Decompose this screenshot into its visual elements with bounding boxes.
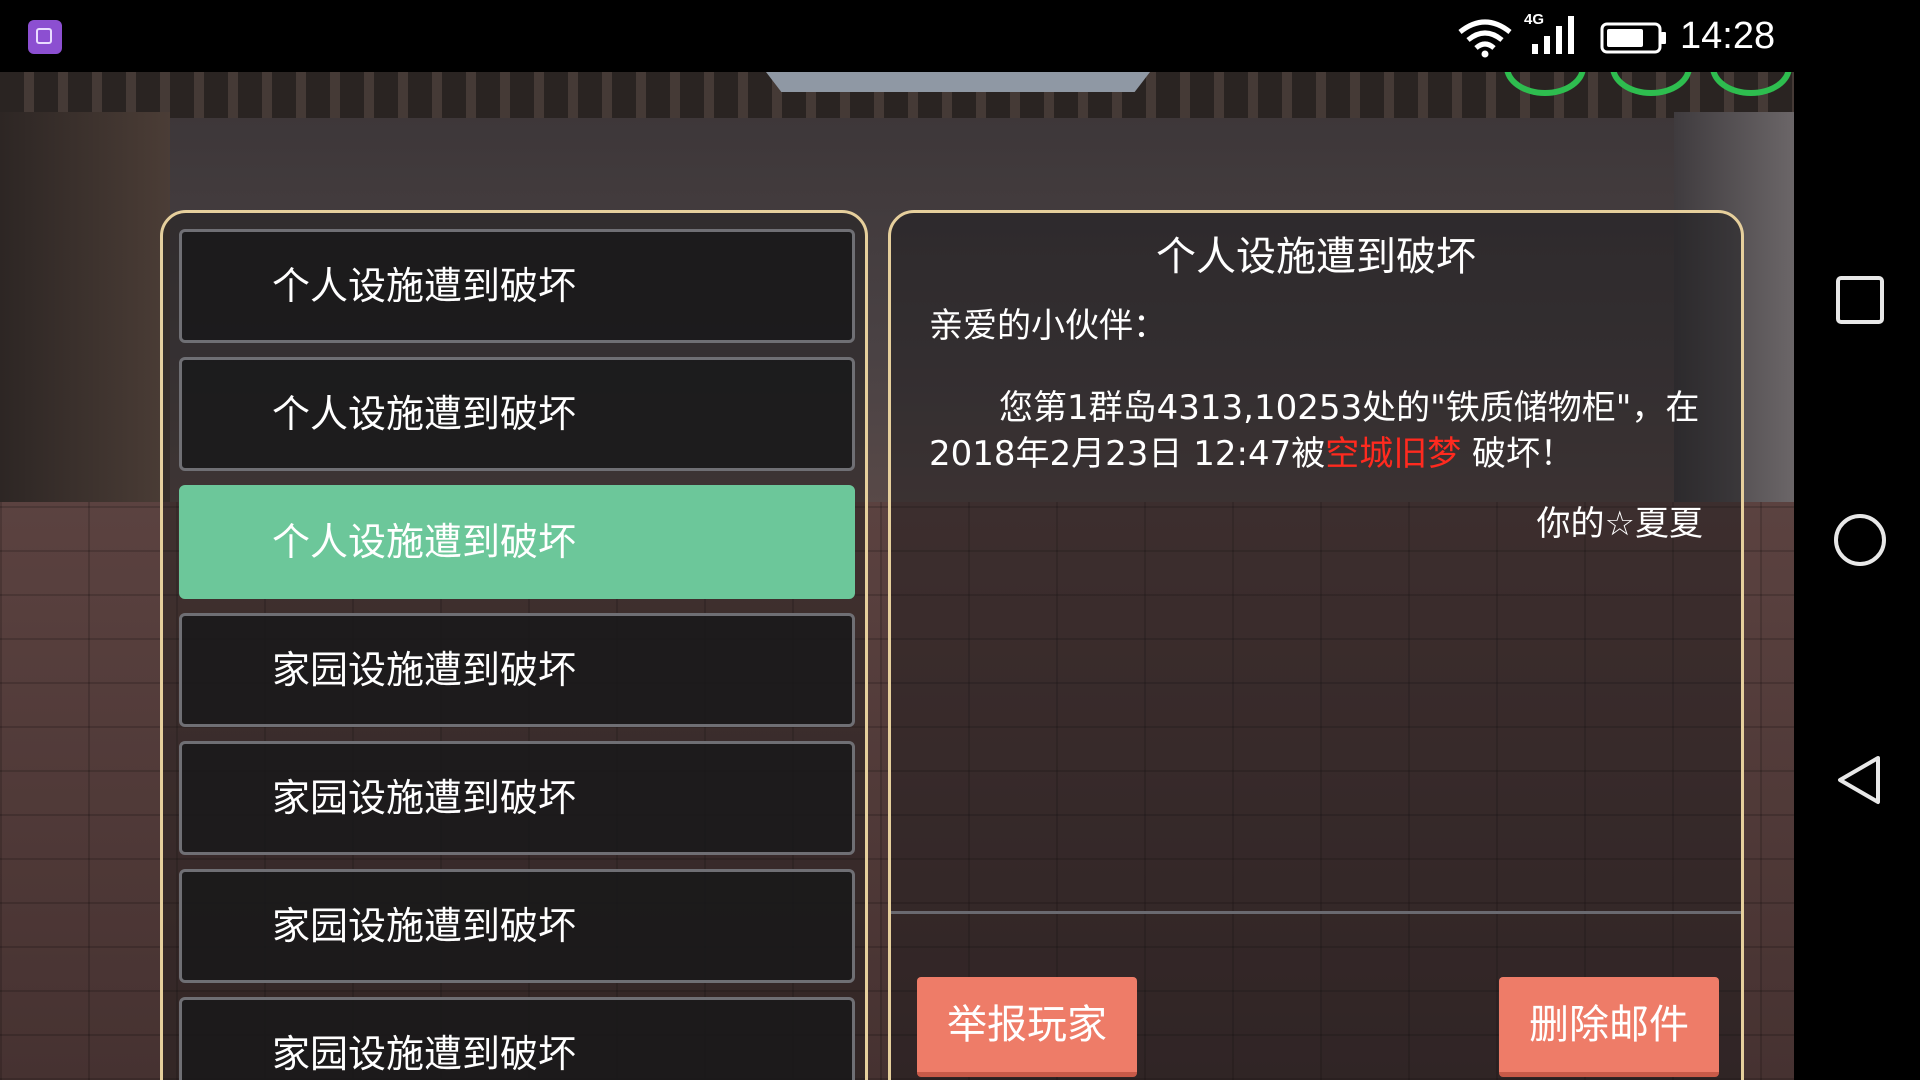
mail-signature: 你的☆夏夏 — [1536, 504, 1703, 544]
top-tab-decoration — [766, 72, 1150, 92]
home-circle-icon[interactable] — [1832, 512, 1888, 568]
mail-list-item[interactable]: 家园设施遭到破坏 — [179, 613, 855, 727]
mail-list-item[interactable]: 家园设施遭到破坏 — [179, 997, 855, 1080]
back-triangle-icon[interactable] — [1832, 752, 1888, 808]
wifi-icon — [1458, 19, 1512, 58]
attacker-name: 空城旧梦 — [1325, 434, 1462, 474]
mail-body: 您第1群岛4313,10253处的"铁质储物柜"，在2018年2月23日 12:… — [929, 385, 1709, 477]
network-type-label: 4G — [1524, 11, 1544, 28]
delete-mail-button[interactable]: 删除邮件 — [1499, 977, 1719, 1077]
mail-list-item-selected[interactable]: 个人设施遭到破坏 — [179, 485, 855, 599]
mail-list-item[interactable]: 家园设施遭到破坏 — [179, 741, 855, 855]
divider — [891, 911, 1741, 914]
mail-detail-panel: 个人设施遭到破坏 亲爱的小伙伴： 您第1群岛4313,10253处的"铁质储物柜… — [888, 210, 1744, 1080]
app-notification-icon — [28, 20, 62, 54]
mail-list-item[interactable]: 个人设施遭到破坏 — [179, 357, 855, 471]
report-player-button[interactable]: 举报玩家 — [917, 977, 1137, 1077]
mail-greeting: 亲爱的小伙伴： — [929, 306, 1167, 346]
battery-icon — [1600, 22, 1666, 54]
mail-body-text-end: 破坏！ — [1461, 434, 1575, 474]
status-bar: 4G 14:28 — [0, 0, 1794, 72]
game-scene-background: 个人设施遭到破坏 个人设施遭到破坏 个人设施遭到破坏 家园设施遭到破坏 家园设施… — [0, 72, 1794, 1080]
mail-body-text: 您第1群岛4313,10253处的"铁质储物柜"，在2018年2月23日 12:… — [929, 388, 1700, 474]
signal-icon: 4G — [1524, 11, 1574, 54]
navigation-bar — [1794, 0, 1920, 1080]
mail-list-item[interactable]: 家园设施遭到破坏 — [179, 869, 855, 983]
mail-list-item[interactable]: 个人设施遭到破坏 — [179, 229, 855, 343]
mail-title: 个人设施遭到破坏 — [1156, 234, 1476, 280]
clock: 14:28 — [1680, 15, 1776, 57]
mail-list-panel: 个人设施遭到破坏 个人设施遭到破坏 个人设施遭到破坏 家园设施遭到破坏 家园设施… — [160, 210, 868, 1080]
recent-apps-square-icon[interactable] — [1832, 272, 1888, 328]
